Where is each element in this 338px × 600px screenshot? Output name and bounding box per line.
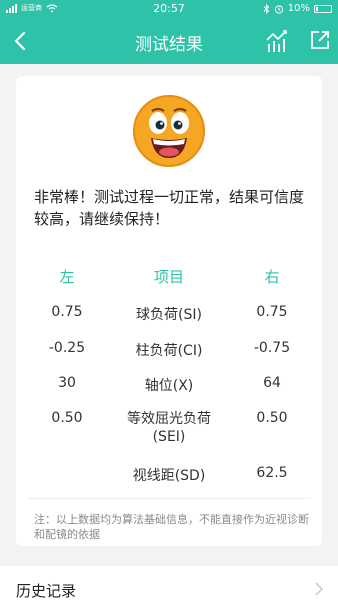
share-icon[interactable] (309, 29, 331, 51)
result-card: 非常棒！测试过程一切正常，结果可信度较高，请继续保持！ 左 项目 右 0.75 … (16, 76, 322, 546)
battery-icon (314, 4, 332, 13)
status-bar: 运营商 20:57 10% (0, 0, 338, 18)
right-value: 62.5 (256, 465, 288, 481)
left-value: -0.25 (48, 340, 86, 356)
trend-chart-icon[interactable] (265, 30, 289, 52)
nav-bar: 测试结果 (0, 18, 338, 64)
table-row: 0.75 球负荷(SI) 0.75 (16, 304, 322, 328)
happy-face-icon (133, 95, 205, 167)
table-row: 0.50 等效屈光负荷(SEI) 0.50 (16, 410, 322, 450)
right-value: 0.75 (256, 304, 288, 320)
result-message: 非常棒！测试过程一切正常，结果可信度较高，请继续保持！ (34, 188, 305, 228)
item-label: 球负荷(SI) (136, 307, 202, 323)
disclaimer-note: 注：以上数据均为算法基础信息，不能直接作为近视诊断和配镜的依据 (34, 513, 309, 541)
bluetooth-icon (263, 3, 269, 14)
item-label: 轴位(X) (144, 378, 194, 394)
left-value: 0.50 (51, 410, 83, 426)
status-right: 10% (263, 3, 332, 14)
header-item: 项目 (153, 268, 184, 286)
left-value: 0.75 (51, 304, 83, 320)
table-row: 30 轴位(X) 64 (16, 375, 322, 399)
header-left: 左 (59, 268, 75, 286)
item-label: 等效屈光负荷(SEI) (127, 411, 211, 445)
right-value: -0.75 (253, 340, 291, 356)
chevron-right-icon (315, 582, 324, 596)
right-value: 0.50 (256, 410, 288, 426)
history-label: 历史记录 (16, 582, 77, 600)
table-row: -0.25 柱负荷(CI) -0.75 (16, 340, 322, 364)
header-right: 右 (264, 268, 280, 286)
item-label: 视线距(SD) (132, 468, 206, 484)
history-row[interactable]: 历史记录 (0, 566, 338, 600)
table-row: 视线距(SD) 62.5 (16, 465, 322, 489)
right-value: 64 (263, 375, 281, 391)
table-header: 左 项目 右 (16, 266, 322, 290)
divider (28, 498, 310, 499)
alarm-icon (274, 4, 283, 14)
left-value: 30 (58, 375, 76, 391)
item-label: 柱负荷(CI) (135, 343, 203, 359)
battery-percent: 10% (287, 3, 310, 14)
